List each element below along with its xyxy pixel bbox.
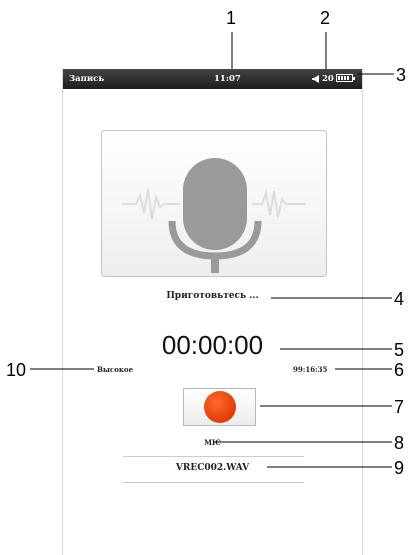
callout-8: 8 — [394, 433, 405, 453]
callout-10: 10 — [6, 360, 27, 380]
callout-7: 7 — [394, 397, 405, 417]
callout-2: 2 — [320, 8, 331, 28]
callout-lines — [30, 32, 394, 468]
callout-3: 3 — [396, 65, 407, 85]
callout-1: 1 — [226, 8, 237, 28]
callout-5: 5 — [394, 340, 405, 360]
callout-9: 9 — [394, 458, 405, 478]
callout-6: 6 — [394, 360, 405, 380]
callout-4: 4 — [394, 289, 405, 309]
